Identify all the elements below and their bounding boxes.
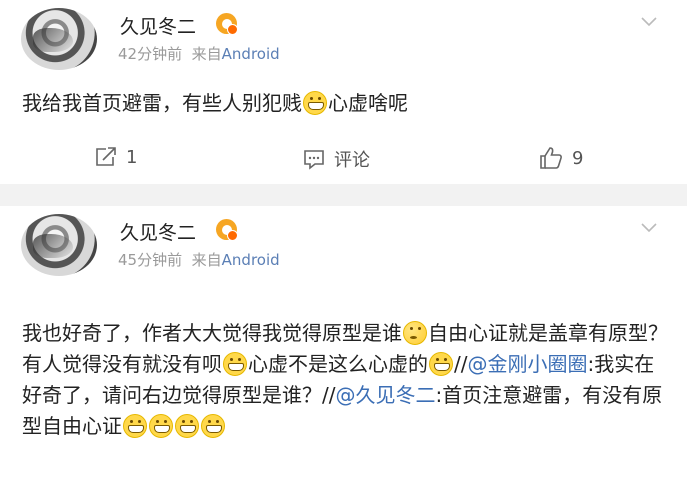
grin-emoji-icon	[223, 352, 247, 376]
verified-badge-icon	[216, 13, 238, 35]
grin-emoji-icon	[201, 414, 225, 438]
weibo-post-1: 久见冬二 42分钟前 来自Android 我给我首页避雷，有些人别犯贱 心虚啥呢 …	[0, 0, 687, 184]
avatar[interactable]	[21, 8, 97, 70]
grin-emoji-icon	[175, 414, 199, 438]
post-text-part: 心虚啥呢	[328, 91, 408, 115]
action-bar: 1 评论 9	[0, 142, 687, 178]
post-text-part: 我给我首页避雷，有些人别犯贱	[22, 91, 302, 115]
mention-link[interactable]: @久见冬二	[335, 383, 435, 407]
like-count: 9	[572, 147, 584, 169]
grin-emoji-icon	[123, 414, 147, 438]
post-meta: 45分钟前 来自Android	[118, 249, 280, 270]
post-meta: 42分钟前 来自Android	[118, 43, 280, 64]
repost-separator: //	[454, 352, 468, 376]
source-prefix: 来自	[191, 251, 222, 269]
source-prefix: 来自	[191, 45, 222, 63]
chevron-down-icon[interactable]	[640, 218, 658, 236]
thinking-emoji-icon	[403, 321, 427, 345]
source-link[interactable]: Android	[222, 45, 280, 63]
comment-button[interactable]: 评论	[302, 146, 370, 172]
post-time: 42分钟前	[118, 45, 183, 63]
avatar[interactable]	[21, 214, 97, 276]
verified-badge-icon	[216, 219, 238, 241]
post-text-part: 我也好奇了，作者大大觉得我觉得原型是谁	[22, 321, 402, 345]
comment-icon	[304, 150, 324, 170]
post-text: 我给我首页避雷，有些人别犯贱 心虚啥呢	[22, 88, 408, 118]
share-icon	[96, 147, 116, 166]
thumbs-up-icon	[540, 147, 562, 169]
post-text-part: 心虚不是这么心虚的	[248, 352, 428, 376]
grin-emoji-icon	[429, 352, 453, 376]
mention-link[interactable]: @金刚小圈圈	[467, 352, 587, 376]
source-link[interactable]: Android	[222, 251, 280, 269]
share-count: 1	[126, 146, 138, 168]
comment-label: 评论	[334, 150, 370, 171]
share-button[interactable]: 1	[94, 146, 137, 168]
author-name[interactable]: 久见冬二	[120, 12, 196, 39]
like-button[interactable]: 9	[538, 146, 583, 170]
chevron-down-icon[interactable]	[640, 12, 658, 30]
post-time: 45分钟前	[118, 251, 183, 269]
grin-emoji-icon	[303, 91, 327, 115]
author-name[interactable]: 久见冬二	[120, 218, 196, 245]
grin-emoji-icon	[149, 414, 173, 438]
post-text: 我也好奇了，作者大大觉得我觉得原型是谁 自由心证就是盖章有原型？有人觉得没有就没有…	[22, 318, 672, 442]
